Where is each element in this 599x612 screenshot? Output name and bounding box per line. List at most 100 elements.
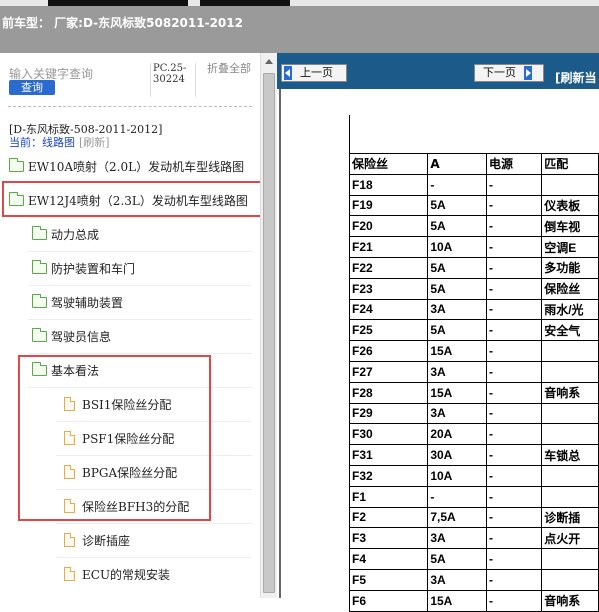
table-cell: - [485,527,543,550]
table-cell [541,485,599,508]
pc-code-label: PC.25-30224 [150,63,196,97]
breadcrumb-current: 当前：线路图 [9,136,75,149]
table-cell: 15A [427,589,487,612]
table-cell: 仪表板 [541,194,599,217]
table-cell: 15A [427,381,487,404]
table-cell: 空调E [541,236,599,258]
table-cell: F22 [348,256,429,279]
refresh-current-button[interactable]: [刷新当 [555,69,597,86]
tree-item-doors[interactable]: 防护装置和车门 [32,251,135,285]
table-row: F5 3A - [348,568,599,591]
app-header: 前车型： 厂家:D-东风标致5082011-2012 [0,6,599,53]
table-cell: 30A [427,444,487,466]
query-button[interactable]: 查询 [9,80,55,95]
tree-item-label: ECU的常规安装 [82,567,171,582]
table-cell: 雨水/光 [541,298,599,321]
table-cell: 音响系 [541,589,599,612]
table-cell: F6 [348,589,429,612]
tree-item-label: 驾驶辅助装置 [51,295,124,310]
table-cell: F21 [348,236,429,258]
arrow-left-icon [284,66,292,80]
table-cell: F1 [348,485,429,508]
scrollbar-thumb[interactable] [263,73,275,593]
header-power: 电源 [485,153,543,175]
sidebar-scrollbar[interactable] [260,53,277,598]
fold-all-button[interactable]: 折叠全部 [207,63,253,74]
header-fuse: 保险丝 [348,153,429,175]
table-cell: 3A [427,402,487,425]
table-row: F2 7,5A - 诊断插 [348,506,599,529]
table-cell [541,360,599,383]
table-row: F21 10A - 空调E [348,236,599,258]
table-cell: - [485,215,543,238]
tree-item-diagnostic-socket[interactable]: 诊断插座 [64,523,130,557]
tree-item-label: EW10A喷射（2.0L）发动机车型线路图 [28,159,245,174]
table-row: F29 3A - [348,402,599,425]
table-row: F4 5A - [348,548,599,570]
table-cell: F28 [348,381,429,404]
table-cell: F18 [348,173,429,196]
table-cell: F24 [348,298,429,321]
table-row: F25 5A - 安全气 [348,319,599,342]
next-page-button[interactable]: 下一页 [474,64,544,82]
table-cell: 点火开 [541,527,599,550]
header-match: 匹配 [541,153,599,175]
table-cell [541,568,599,591]
next-page-label: 下一页 [483,66,516,79]
tree-item-driver-info[interactable]: 驾驶员信息 [32,319,111,353]
table-cell: 7,5A [427,506,487,529]
table-cell: 5A [427,319,487,342]
page-title: 前车型： 厂家:D-东风标致5082011-2012 [2,16,243,30]
folder-icon [9,157,24,172]
table-cell: 10A [427,464,487,487]
refresh-link[interactable]: [刷新] [79,136,110,149]
table-row: F20 5A - 倒车视 [348,215,599,238]
tree-item-driving-aids[interactable]: 驾驶辅助装置 [32,285,123,319]
table-cell: - [485,319,543,342]
table-cell: - [485,464,543,487]
table-cell: F32 [348,464,429,487]
table-cell: - [485,256,543,279]
table-row: F18- - [348,173,599,196]
table-cell [541,402,599,425]
document-viewer: 上一页 下一页 [刷新当 保险丝 A 电源 匹配 F18- - F19 5A - 仪表板 F… [277,53,599,612]
table-cell: 10A [427,236,487,258]
table-cell: 5A [427,256,487,279]
tree-item-ew10a[interactable]: EW10A喷射（2.0L）发动机车型线路图 [9,149,244,183]
table-cell [541,340,599,362]
table-cell: - [485,277,543,300]
table-cell: - [485,298,543,321]
prev-page-button[interactable]: 上一页 [281,64,347,82]
table-cell: F30 [348,423,429,446]
document-page: 保险丝 A 电源 匹配 F18- - F19 5A - 仪表板 F20 5A - 倒车视 F21 10… [279,89,599,612]
table-cell: F3 [348,527,429,550]
table-cell [541,423,599,446]
table-cell: 保险丝 [541,277,599,300]
table-cell: - [427,485,487,508]
table-cell: F5 [348,568,429,591]
table-border-line [349,115,350,157]
table-cell: 3A [427,298,487,321]
document-icon [64,567,75,581]
table-cell: 3A [427,360,487,383]
table-row: F28 15A - 音响系 [348,381,599,404]
table-cell: - [485,589,543,612]
table-row: F1- - [348,485,599,508]
table-header-row: 保险丝 A 电源 匹配 [348,153,599,175]
table-cell: F2 [348,506,429,529]
table-row: F22 5A - 多功能 [348,256,599,279]
table-row: F27 3A - [348,360,599,383]
tree-item-ecu-install[interactable]: ECU的常规安装 [64,557,170,591]
scroll-up-arrow-icon[interactable] [265,59,273,64]
table-cell: 3A [427,568,487,591]
table-cell: - [485,173,543,196]
tree-item-label: 驾驶员信息 [51,329,112,344]
table-cell: 5A [427,194,487,217]
table-cell: - [485,194,543,217]
table-cell: F19 [348,194,429,217]
tree-item-powertrain[interactable]: 动力总成 [32,217,99,251]
table-cell: - [485,423,543,446]
table-cell: F20 [348,215,429,238]
folder-icon [32,259,47,274]
sidebar: 输入关键字查询 查询 PC.25-30224 折叠全部 [D-东风标致-508-… [0,53,260,598]
